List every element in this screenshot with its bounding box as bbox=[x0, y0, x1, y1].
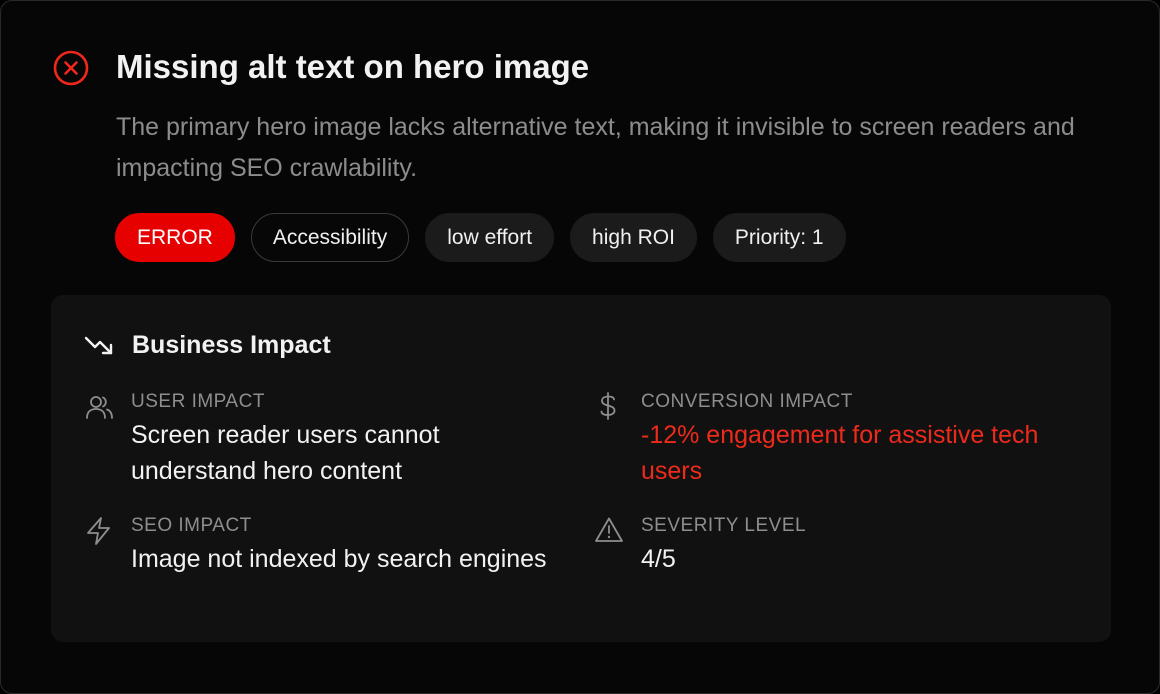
trending-down-icon bbox=[84, 336, 113, 355]
users-icon bbox=[86, 396, 113, 419]
error-x-circle-icon bbox=[53, 50, 89, 86]
severity-level-value: 4/5 bbox=[641, 545, 676, 573]
user-impact-metric: USER IMPACT Screen reader users cannot u… bbox=[84, 389, 554, 489]
roi-tag: high ROI bbox=[570, 213, 697, 262]
warning-triangle-icon bbox=[595, 517, 623, 542]
conversion-impact-label: CONVERSION IMPACT bbox=[641, 391, 853, 412]
conversion-impact-metric: CONVERSION IMPACT -12% engagement for as… bbox=[594, 389, 1074, 489]
conversion-impact-value: -12% engagement for assistive tech users bbox=[641, 421, 1039, 485]
category-tag: Accessibility bbox=[250, 213, 410, 262]
issue-description: The primary hero image lacks alternative… bbox=[116, 113, 1075, 182]
seo-impact-label: SEO IMPACT bbox=[131, 515, 252, 536]
issue-card: Missing alt text on hero image The prima… bbox=[0, 0, 1160, 694]
user-impact-value: Screen reader users cannot understand he… bbox=[131, 421, 440, 485]
severity-level-metric: SEVERITY LEVEL 4/5 bbox=[594, 513, 1074, 593]
effort-tag: low effort bbox=[425, 213, 555, 262]
user-impact-label: USER IMPACT bbox=[131, 391, 265, 412]
priority-tag: Priority: 1 bbox=[712, 213, 846, 262]
dollar-icon bbox=[600, 392, 616, 420]
seo-impact-value: Image not indexed by search engines bbox=[131, 545, 547, 573]
issue-title: Missing alt text on hero image bbox=[116, 48, 590, 85]
tag-list: ERROR Accessibility low effort high ROI … bbox=[115, 213, 846, 262]
severity-badge: ERROR bbox=[115, 213, 235, 262]
lightning-icon bbox=[87, 517, 110, 545]
business-impact-panel: Business Impact USER IMPACT Screen reade… bbox=[51, 295, 1111, 642]
severity-level-label: SEVERITY LEVEL bbox=[641, 515, 807, 536]
business-impact-title: Business Impact bbox=[132, 331, 331, 359]
seo-impact-metric: SEO IMPACT Image not indexed by search e… bbox=[84, 513, 554, 613]
